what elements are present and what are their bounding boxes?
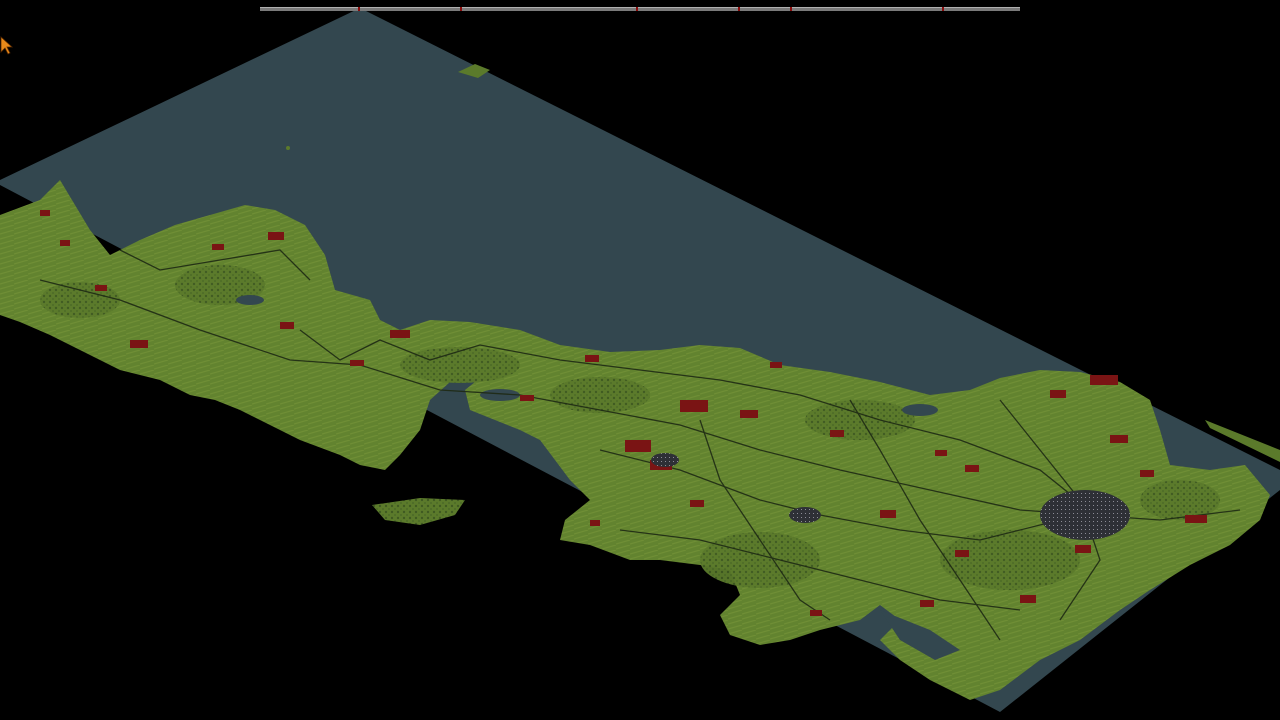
scrollbar-marker: [460, 7, 462, 11]
scrollbar-marker: [790, 7, 792, 11]
scrollbar-marker: [942, 7, 944, 11]
scrollbar-marker: [636, 7, 638, 11]
top-scrollbar[interactable]: [260, 7, 1020, 11]
world-map[interactable]: [0, 0, 1280, 720]
scrollbar-marker: [738, 7, 740, 11]
arrow-pointer-icon: [0, 36, 14, 55]
scrollbar-marker: [358, 7, 360, 11]
game-viewport[interactable]: [0, 0, 1280, 720]
